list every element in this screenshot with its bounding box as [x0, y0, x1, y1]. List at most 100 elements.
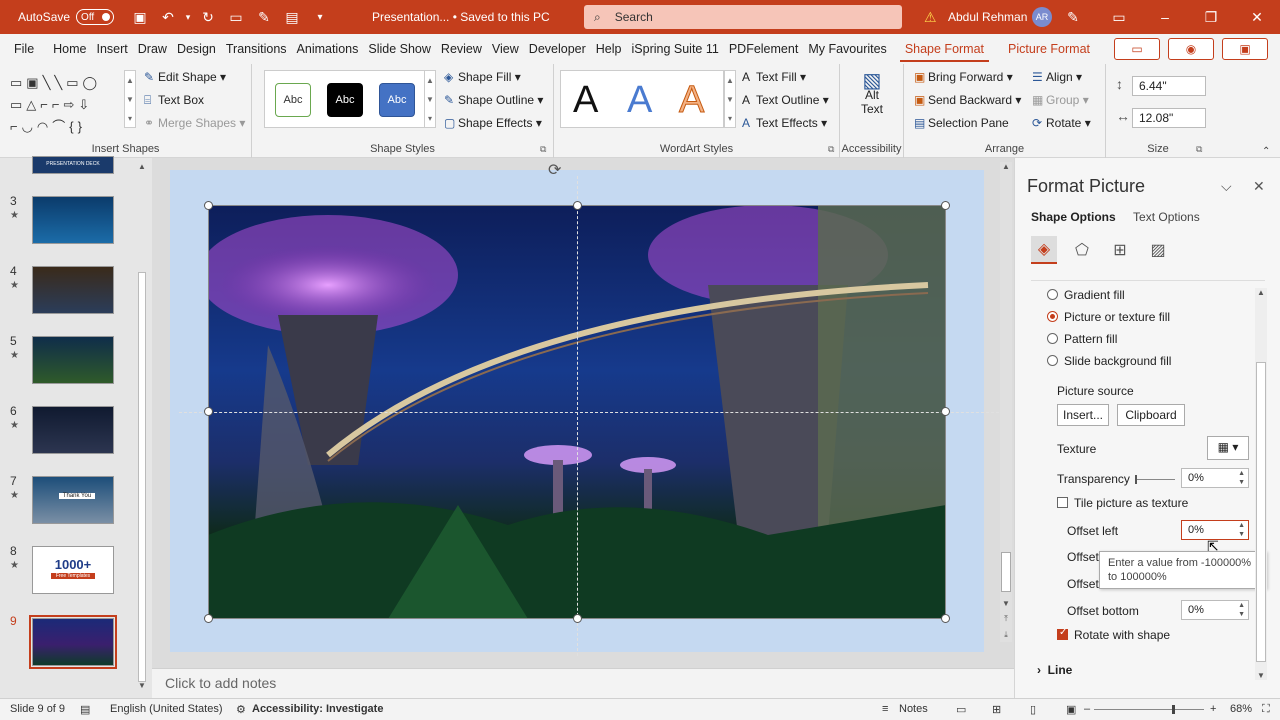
- line-section-header[interactable]: › Line: [1037, 663, 1072, 677]
- styles-gallery-scroll[interactable]: ▲ ▼ ▾: [424, 70, 436, 128]
- offset-left-input[interactable]: 0% ▲ ▼: [1181, 520, 1249, 540]
- scrollbar-thumb[interactable]: [1256, 362, 1266, 662]
- fill-line-icon[interactable]: ◈: [1031, 236, 1057, 264]
- pdf-icon[interactable]: ▤: [278, 9, 306, 26]
- spinner-arrows-icon[interactable]: ▲ ▼: [1238, 601, 1245, 619]
- notes-area[interactable]: Click to add notes: [152, 668, 1014, 698]
- rotate-button[interactable]: ⟳ Rotate ▾: [1032, 116, 1091, 130]
- redo-icon[interactable]: ↻: [194, 9, 222, 26]
- reading-view-icon[interactable]: ▯: [1030, 703, 1036, 716]
- spinner-arrows-icon[interactable]: ▲ ▼: [1238, 469, 1245, 487]
- resize-handle-top[interactable]: [573, 201, 582, 210]
- picture-icon[interactable]: ▨: [1145, 236, 1171, 264]
- resize-handle-bottom-right[interactable]: [941, 614, 950, 623]
- align-button[interactable]: ☰ Align ▾: [1032, 70, 1082, 84]
- slide-thumbnail-6[interactable]: [32, 406, 114, 454]
- notes-button[interactable]: Notes: [899, 703, 928, 715]
- slide-scrollbar[interactable]: ▲ ▼ ⤒ ⤓: [1000, 162, 1012, 642]
- record-button[interactable]: ◉: [1168, 38, 1214, 60]
- tab-picture-format[interactable]: Picture Format: [1003, 42, 1095, 56]
- tab-help[interactable]: Help: [591, 42, 627, 56]
- resize-handle-left[interactable]: [204, 407, 213, 416]
- wordart-preset-2[interactable]: A: [627, 79, 652, 122]
- avatar[interactable]: AR: [1032, 7, 1052, 27]
- wordart-preset-3[interactable]: A: [678, 79, 704, 122]
- slideshow-icon[interactable]: ▣: [1066, 703, 1076, 716]
- rotate-handle-icon[interactable]: ⟳: [548, 160, 561, 180]
- present-icon[interactable]: ▭: [222, 9, 250, 26]
- zoom-out-icon[interactable]: –: [1084, 703, 1090, 715]
- slide-thumbnail-8[interactable]: 1000+ Free Templates: [32, 546, 114, 594]
- scrollbar-thumb[interactable]: [138, 272, 146, 682]
- tab-developer[interactable]: Developer: [524, 42, 591, 56]
- language-status[interactable]: English (United States): [110, 703, 223, 715]
- pane-options-icon[interactable]: ⌵: [1221, 178, 1232, 195]
- next-slide-icon[interactable]: ⤓: [1000, 630, 1012, 640]
- tab-view[interactable]: View: [487, 42, 524, 56]
- scrollbar-thumb[interactable]: [1001, 552, 1011, 592]
- shape-outline-button[interactable]: ✎ Shape Outline ▾: [444, 93, 543, 107]
- pattern-fill-option[interactable]: Pattern fill: [1047, 332, 1117, 346]
- touch-mode-icon[interactable]: ✎: [250, 9, 278, 26]
- tile-picture-option[interactable]: Tile picture as texture: [1057, 496, 1188, 510]
- slide-thumbnail-9[interactable]: [32, 618, 114, 666]
- previous-slide-icon[interactable]: ⤒: [1000, 614, 1012, 624]
- alt-text-button[interactable]: ▧ Alt Text: [852, 71, 892, 116]
- scroll-down-icon[interactable]: ▼: [1000, 599, 1012, 608]
- collapse-ribbon-icon[interactable]: ⌃: [1262, 146, 1270, 157]
- shapes-gallery-scroll[interactable]: ▲ ▼ ▾: [124, 70, 136, 128]
- merge-shapes-button[interactable]: ⚭ Merge Shapes ▾: [144, 116, 245, 130]
- undo-dropdown-icon[interactable]: ▾: [182, 12, 194, 23]
- shapes-gallery[interactable]: ▭▣╲╲▭◯ ▭△⌐⌐⇨⇩ ⌐◡◠⌒{}: [10, 72, 101, 138]
- transparency-input[interactable]: 0% ▲ ▼: [1181, 468, 1249, 488]
- tab-insert[interactable]: Insert: [92, 42, 133, 56]
- scroll-down-icon[interactable]: ▼: [136, 681, 148, 690]
- slide-thumbnail-5[interactable]: [32, 336, 114, 384]
- slide-sorter-icon[interactable]: ⊞: [992, 703, 1001, 716]
- undo-icon[interactable]: ↶: [154, 9, 182, 26]
- width-input[interactable]: 12.08": [1132, 108, 1206, 128]
- scroll-up-icon[interactable]: ▲: [136, 162, 148, 171]
- picture-fill-option[interactable]: Picture or texture fill: [1047, 310, 1170, 324]
- tab-my-favourites[interactable]: My Favourites: [803, 42, 892, 56]
- tab-text-options[interactable]: Text Options: [1133, 210, 1200, 224]
- search-box[interactable]: ⌕ Search: [584, 5, 902, 29]
- text-fill-button[interactable]: A Text Fill ▾: [742, 70, 806, 84]
- slide-thumbnail-7[interactable]: Thank You: [32, 476, 114, 524]
- warning-icon[interactable]: ⚠: [924, 9, 937, 26]
- shape-fill-button[interactable]: ◈ Shape Fill ▾: [444, 70, 521, 84]
- send-backward-button[interactable]: ▣ Send Backward ▾: [914, 93, 1021, 107]
- slide-thumbnail-3[interactable]: [32, 196, 114, 244]
- ribbon-display-icon[interactable]: ▭: [1096, 9, 1142, 26]
- resize-handle-bottom[interactable]: [573, 614, 582, 623]
- autosave-toggle[interactable]: Off: [76, 9, 115, 25]
- tab-pdfelement[interactable]: PDFelement: [724, 42, 803, 56]
- rotate-with-shape-option[interactable]: Rotate with shape: [1057, 627, 1170, 642]
- text-box-button[interactable]: ⌸ Text Box: [144, 93, 204, 108]
- accessibility-status[interactable]: Accessibility: Investigate: [252, 703, 383, 715]
- pane-scrollbar[interactable]: ▲ ▼: [1255, 288, 1267, 680]
- tab-ispring[interactable]: iSpring Suite 11: [627, 42, 724, 56]
- slide-thumbnail-2[interactable]: PRESENTATION DECK: [32, 156, 114, 174]
- tab-draw[interactable]: Draw: [133, 42, 172, 56]
- user-name[interactable]: Abdul Rehman: [948, 10, 1027, 24]
- close-icon[interactable]: ✕: [1234, 9, 1280, 26]
- comments-button[interactable]: ▭: [1114, 38, 1160, 60]
- minimize-icon[interactable]: –: [1142, 9, 1188, 25]
- tab-home[interactable]: Home: [48, 42, 91, 56]
- tab-design[interactable]: Design: [172, 42, 221, 56]
- slide-background-fill-option[interactable]: Slide background fill: [1047, 354, 1171, 368]
- notes-icon[interactable]: ≡: [882, 703, 888, 715]
- scroll-down-icon[interactable]: ▼: [1255, 671, 1267, 680]
- text-outline-button[interactable]: A Text Outline ▾: [742, 93, 829, 107]
- zoom-level[interactable]: 68%: [1230, 703, 1252, 715]
- spelling-icon[interactable]: ▤: [80, 703, 90, 716]
- tab-slide-show[interactable]: Slide Show: [363, 42, 436, 56]
- shape-effects-button[interactable]: ▢ Shape Effects ▾: [444, 116, 542, 130]
- pane-close-icon[interactable]: ✕: [1253, 178, 1265, 195]
- style-preset-2[interactable]: Abc: [327, 83, 363, 117]
- gradient-fill-option[interactable]: Gradient fill: [1047, 288, 1125, 302]
- resize-handle-top-right[interactable]: [941, 201, 950, 210]
- restore-icon[interactable]: ❐: [1188, 9, 1234, 26]
- zoom-slider[interactable]: [1094, 705, 1204, 714]
